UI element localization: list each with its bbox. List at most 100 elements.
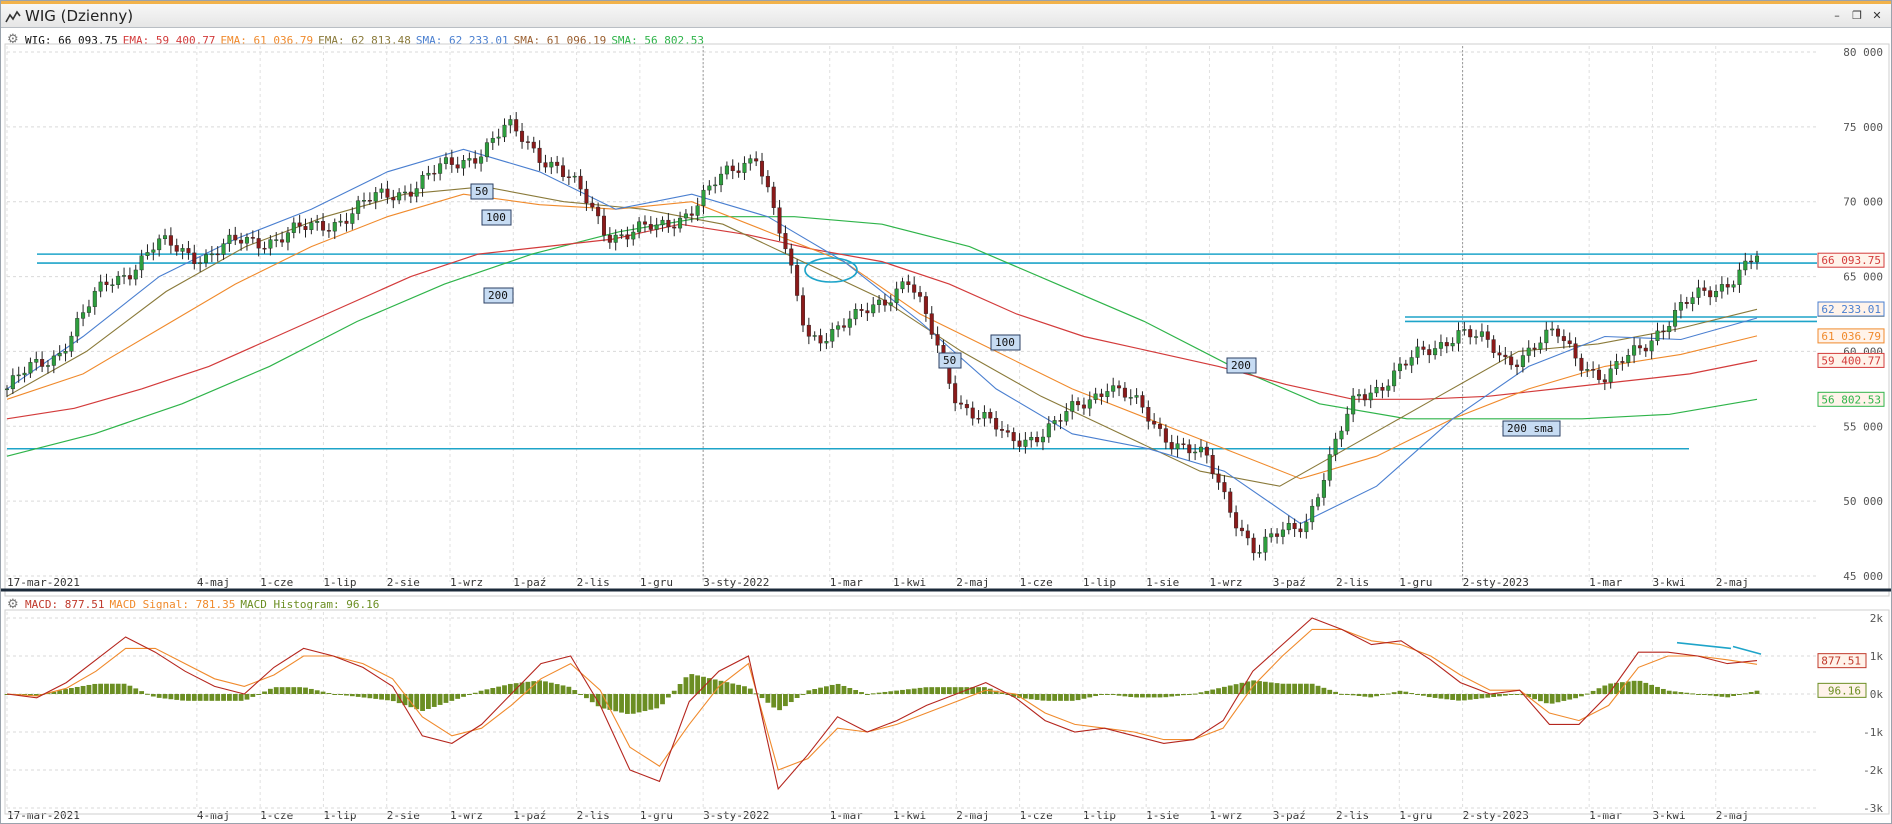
candle-body xyxy=(1040,436,1045,443)
candle-body xyxy=(297,222,302,227)
candle-body xyxy=(736,170,741,173)
candle-body xyxy=(525,141,530,143)
candle-body xyxy=(619,234,624,236)
candle-body xyxy=(689,213,694,216)
macd-histogram-bar xyxy=(1532,694,1537,700)
candle-body xyxy=(830,329,835,342)
macd-histogram-bar xyxy=(1233,684,1239,694)
candle-body xyxy=(239,239,244,244)
main-y-tick-label: 55 000 xyxy=(1843,420,1883,433)
price-label: 59 400.77 xyxy=(1821,354,1881,367)
candle-body xyxy=(1637,345,1642,349)
macd-histogram-bar xyxy=(1040,694,1046,701)
annotation-label: 100 xyxy=(995,336,1015,349)
macd-histogram-bar xyxy=(952,687,958,694)
candle-body xyxy=(461,159,466,169)
macd-histogram-bar xyxy=(1596,688,1602,694)
macd-histogram-bar xyxy=(443,694,449,703)
candle-body xyxy=(104,281,109,285)
macd-histogram-bar xyxy=(1701,694,1707,695)
close-button[interactable]: ✕ xyxy=(1869,8,1885,24)
macd-histogram-bar xyxy=(232,694,238,701)
macd-histogram-bar xyxy=(1561,694,1567,701)
macd-histogram-bar xyxy=(806,690,812,694)
candle-body xyxy=(1234,512,1239,529)
candle-body xyxy=(1163,428,1168,443)
macd-histogram-bar xyxy=(1397,690,1403,694)
candle-body xyxy=(1362,394,1367,401)
candle-body xyxy=(10,375,15,390)
candle-body xyxy=(1368,392,1373,401)
candle-body xyxy=(572,175,577,178)
macd-histogram-bar xyxy=(1473,694,1479,700)
macd-histogram-bar xyxy=(256,694,262,695)
macd-x-tick-label: 2-sie xyxy=(387,809,420,822)
main-x-tick-label: 1-paź xyxy=(513,576,546,589)
main-x-tick-label: 1-sie xyxy=(1146,576,1179,589)
main-x-tick-label: 2-lis xyxy=(1336,576,1369,589)
macd-histogram-bar xyxy=(876,692,882,694)
candle-body xyxy=(163,235,168,240)
macd-histogram-bar xyxy=(461,694,466,697)
candle-body xyxy=(596,206,601,217)
macd-histogram-bar xyxy=(1268,682,1274,694)
title-bar[interactable]: WIG (Dzienny) – ❐ ✕ xyxy=(1,1,1891,28)
candle-body xyxy=(1485,331,1490,340)
candle-body xyxy=(1070,401,1075,412)
candle-body xyxy=(1579,357,1584,371)
macd-histogram-bar xyxy=(1467,694,1473,700)
candle-body xyxy=(1175,443,1180,450)
macd-histogram-bar xyxy=(1391,692,1397,694)
annotation-label: 200 xyxy=(1231,359,1251,372)
candle-body xyxy=(695,205,700,216)
macd-histogram-bar xyxy=(174,694,180,700)
candle-body xyxy=(28,362,33,374)
restore-button[interactable]: ❐ xyxy=(1849,8,1865,24)
candle-body xyxy=(1351,395,1356,415)
candle-body xyxy=(1655,330,1660,342)
minimize-button[interactable]: – xyxy=(1829,8,1845,24)
candle-body xyxy=(847,318,852,328)
macd-histogram-bar xyxy=(1262,681,1268,694)
macd-histogram-bar xyxy=(490,687,496,694)
macd-x-tick-label: 1-sie xyxy=(1146,809,1179,822)
main-x-tick-label: 17-mar-2021 xyxy=(7,576,80,589)
macd-histogram-bar xyxy=(1356,694,1362,696)
macd-histogram-bar xyxy=(870,693,876,695)
candle-body xyxy=(1198,446,1203,453)
candle-body xyxy=(531,141,536,149)
macd-histogram-bar xyxy=(472,692,478,694)
candle-body xyxy=(625,234,630,240)
macd-histogram-bar xyxy=(1456,694,1461,701)
chart-canvas[interactable]: 50 100 200 50 100 200 200 sma 80 000 75 000 70 0… xyxy=(1,28,1891,824)
candle-body xyxy=(1444,342,1449,347)
macd-histogram-bar xyxy=(1415,694,1420,695)
macd-x-tick-label: 4-maj xyxy=(197,809,230,822)
candle-body xyxy=(1228,491,1233,513)
candle-body xyxy=(63,351,68,354)
candle-body xyxy=(789,248,794,266)
macd-histogram-bar xyxy=(660,694,665,705)
candle-body xyxy=(590,202,595,208)
candle-body xyxy=(209,253,214,256)
candle-body xyxy=(683,213,688,219)
macd-histogram-bar xyxy=(1309,683,1315,694)
macd-histogram-bar xyxy=(92,683,98,694)
candle-body xyxy=(719,173,724,186)
candle-body xyxy=(92,290,97,307)
macd-histogram-bar xyxy=(1350,694,1356,696)
macd-histogram-bar xyxy=(1678,692,1684,694)
macd-x-tick-label: 1-paź xyxy=(513,809,546,822)
macd-histogram-bar xyxy=(1181,694,1186,696)
macd-histogram-bar xyxy=(1707,694,1713,696)
candle-body xyxy=(514,119,519,132)
macd-histogram-bar xyxy=(145,693,150,695)
candle-body xyxy=(648,224,653,230)
candle-body xyxy=(1046,423,1051,438)
candle-body xyxy=(1737,269,1742,285)
candle-body xyxy=(859,309,864,311)
candle-body xyxy=(666,219,671,228)
candle-body xyxy=(555,161,560,166)
macd-histogram-bar xyxy=(812,689,818,694)
macd-histogram-bar xyxy=(121,683,127,694)
